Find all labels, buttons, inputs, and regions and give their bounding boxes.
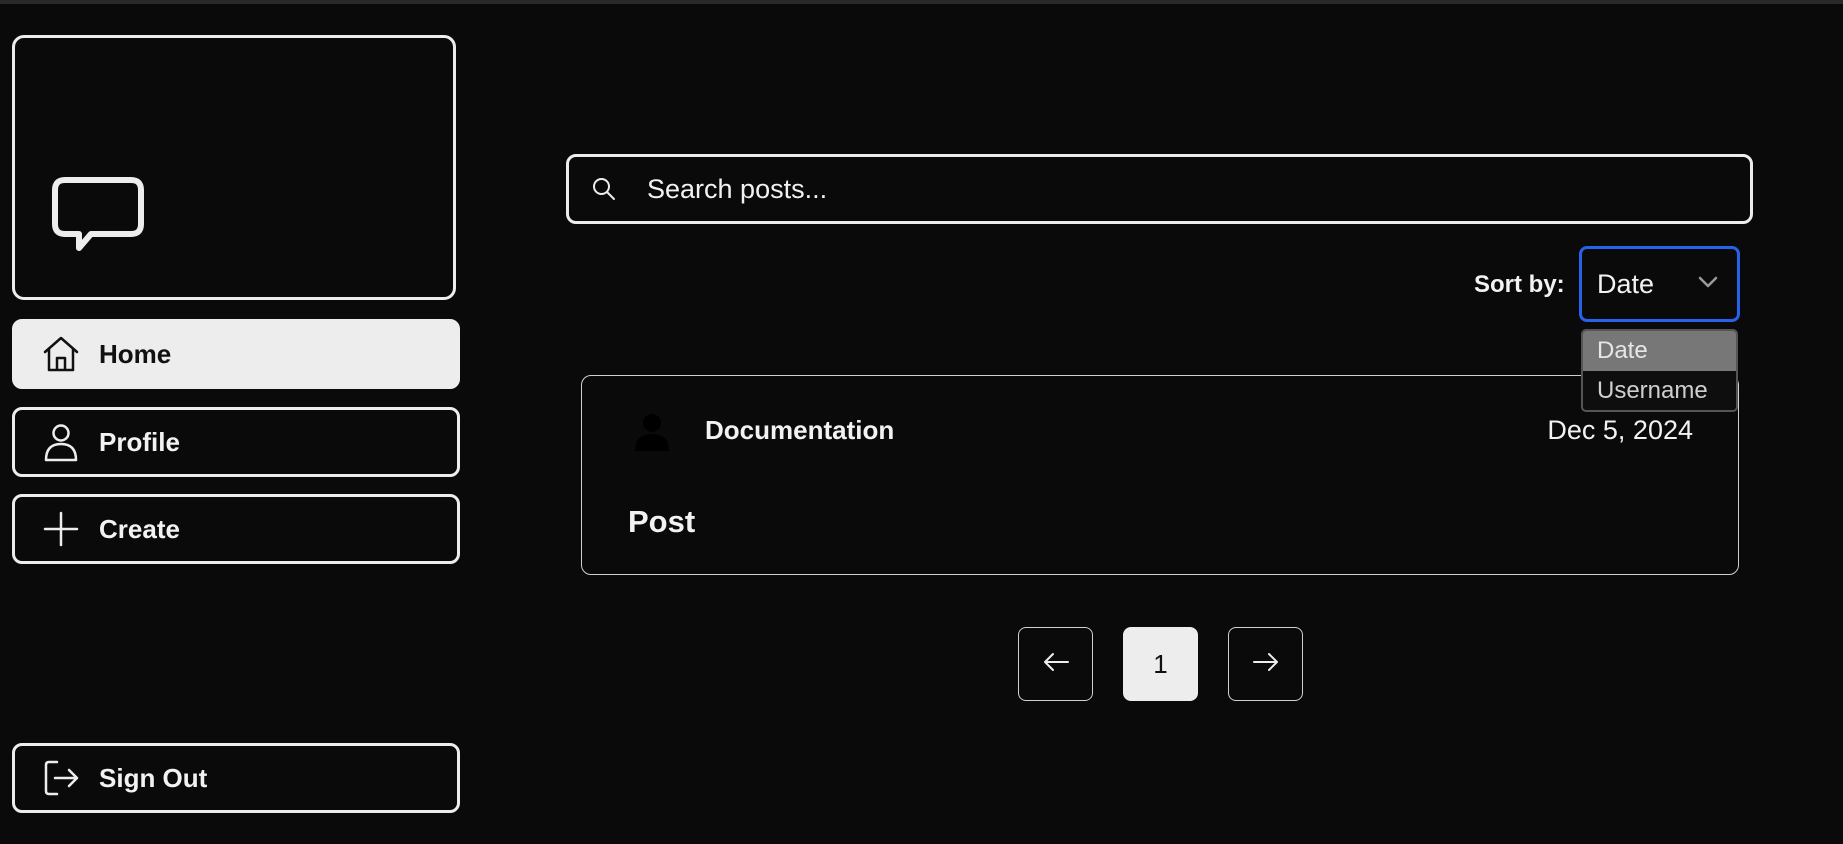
post-date: Dec 5, 2024 [1547,415,1693,445]
sign-out-label: Sign Out [99,762,208,793]
sort-dropdown: Date Username [1581,329,1738,412]
sidebar-item-create[interactable]: Create [12,494,460,564]
plus-icon [37,505,85,553]
post-author[interactable]: Documentation [705,415,894,446]
sort-label: Sort by: [1474,271,1565,298]
home-icon [37,330,85,378]
chevron-down-icon [1697,275,1719,294]
post-card[interactable]: Documentation Dec 5, 2024 Post [581,375,1739,575]
speech-bubble-icon [52,177,144,251]
sort-selected-value: Date [1597,268,1655,299]
page-button[interactable]: 1 [1123,627,1198,701]
sidebar-item-home[interactable]: Home [12,319,460,389]
sidebar-item-label: Profile [99,426,180,457]
sidebar-item-label: Home [99,338,172,369]
avatar-icon [634,413,670,456]
user-icon [37,418,85,466]
sign-out-icon [37,754,85,802]
sort-option-username[interactable]: Username [1583,371,1736,410]
search-bar[interactable] [566,154,1753,224]
sign-out-button[interactable]: Sign Out [12,743,460,813]
post-title: Post [628,504,696,539]
sort-select[interactable]: Date [1579,246,1740,322]
window-top-border [0,0,1843,4]
sidebar-item-label: Create [99,513,180,544]
next-page-button[interactable] [1228,627,1303,701]
logo-panel [12,35,456,300]
arrow-left-icon [1042,649,1070,680]
arrow-right-icon [1252,649,1280,680]
sort-option-date[interactable]: Date [1583,331,1736,371]
search-input[interactable] [645,172,1750,206]
page-number: 1 [1153,648,1168,679]
sidebar-item-profile[interactable]: Profile [12,407,460,477]
search-icon [591,176,621,202]
prev-page-button[interactable] [1018,627,1093,701]
